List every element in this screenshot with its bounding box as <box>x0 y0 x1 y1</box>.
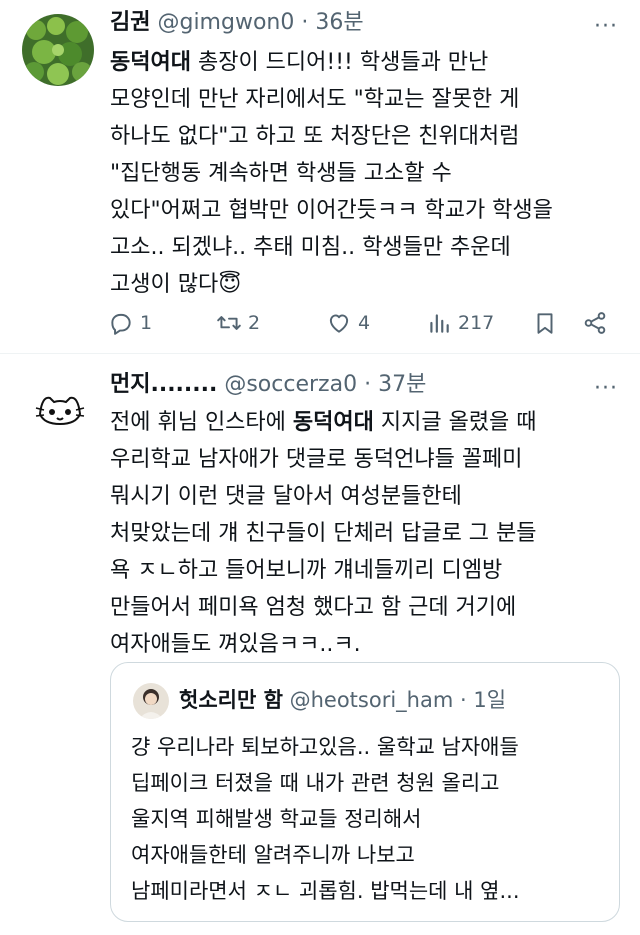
timestamp[interactable]: 37분 <box>378 372 426 397</box>
action-bar: 1 2 4 217 <box>108 306 620 340</box>
like-button[interactable]: 4 <box>326 306 370 340</box>
quoted-avatar[interactable] <box>133 683 169 719</box>
like-count: 4 <box>358 312 371 334</box>
tweet-line: 만들어서 페미욕 엄청 했다고 함 근데 거기에 <box>110 595 517 620</box>
reply-icon <box>111 313 131 335</box>
share-icon <box>584 312 606 334</box>
quoted-header: 헛소리만 함 @heotsori_ham · 1일 <box>179 683 506 717</box>
tweet-1[interactable]: 김권 @gimgwon0 · 36분 ··· 동덕여대 총장이 드디어!!! 학… <box>0 0 640 352</box>
views-button[interactable]: 217 <box>426 306 494 340</box>
quoted-timestamp[interactable]: 1일 <box>473 688 506 712</box>
tweet-line: "집단행동 계속하면 학생들 고소할 수 <box>110 161 452 186</box>
tweet-line: 있다"어쩌고 협박만 이어간듯ㅋㅋ 학교가 학생을 <box>110 198 553 223</box>
quoted-text: 걍 우리나라 퇴보하고있음.. 울학교 남자애들 딥페이크 터졌을 때 내가 관… <box>131 729 520 909</box>
share-button[interactable] <box>582 306 614 340</box>
timestamp[interactable]: 36분 <box>315 10 363 35</box>
retweet-count: 2 <box>248 312 261 334</box>
tweet-header: 김권 @gimgwon0 · 36분 <box>110 8 364 38</box>
bookmark-button[interactable] <box>532 306 564 340</box>
tweet-text: 전에 휘님 인스타에 동덕여대 지지글 올렸을 때 우리학교 남자애가 댓글로 … <box>110 404 537 663</box>
tweet-line: 고생이 많다😇 <box>110 272 242 297</box>
author-handle[interactable]: @gimgwon0 <box>157 10 294 35</box>
more-options-icon[interactable]: ··· <box>594 378 618 400</box>
tweet-line: 욕 ㅈㄴ하고 들어보니까 걔네들끼리 디엠방 <box>110 558 503 583</box>
tweet-line: 우리학교 남자애가 댓글로 동덕언냐들 꼴페미 <box>110 447 523 472</box>
tweet-line: 고소.. 되겠냐.. 추태 미침.. 학생들만 추운데 <box>110 235 511 260</box>
tweet-header: 먼지........ @soccerza0 · 37분 <box>110 370 426 400</box>
retweet-button[interactable]: 2 <box>216 306 260 340</box>
quoted-author-name[interactable]: 헛소리만 함 <box>179 688 283 712</box>
separator-dot: · <box>364 372 372 397</box>
like-icon <box>329 314 349 333</box>
author-name[interactable]: 먼지........ <box>110 372 217 397</box>
bookmark-icon <box>537 313 553 334</box>
tweet-line: 하나도 없다"고 하고 또 처장단은 친위대처럼 <box>110 124 520 149</box>
tweet-line: 동덕여대 총장이 드디어!!! 학생들과 만난 <box>110 50 489 75</box>
author-name[interactable]: 김권 <box>110 10 150 35</box>
more-options-icon[interactable]: ··· <box>594 16 618 38</box>
quoted-line: 딥페이크 터졌을 때 내가 관련 청원 올리고 <box>131 771 500 795</box>
reply-button[interactable]: 1 <box>108 306 152 340</box>
reply-count: 1 <box>140 312 153 334</box>
tweet-2[interactable]: 먼지........ @soccerza0 · 37분 ··· 전에 휘님 인스… <box>0 354 640 935</box>
quoted-tweet[interactable]: 헛소리만 함 @heotsori_ham · 1일 걍 우리나라 퇴보하고있음.… <box>110 662 620 922</box>
retweet-icon <box>217 316 241 330</box>
hashtag-text[interactable]: 동덕여대 <box>110 50 191 75</box>
separator-dot: · <box>460 688 467 712</box>
halo-emoji-icon: 😇 <box>218 272 242 297</box>
separator-dot: · <box>301 10 309 35</box>
quoted-line: 여자애들한테 알려주니까 나보고 <box>131 843 415 867</box>
quoted-author-handle[interactable]: @heotsori_ham <box>290 688 454 712</box>
tweet-line: 모양인데 만난 자리에서도 "학교는 잘못한 게 <box>110 87 520 112</box>
quoted-line: 남페미라면서 ㅈㄴ 괴롭힘. 밥먹는데 내 옆... <box>131 879 520 903</box>
tweet-line: 처맞았는데 걔 친구들이 단체러 답글로 그 분들 <box>110 521 537 546</box>
quoted-line: 울지역 피해발생 학교들 정리해서 <box>131 807 422 831</box>
quoted-line: 걍 우리나라 퇴보하고있음.. 울학교 남자애들 <box>131 735 519 759</box>
view-count: 217 <box>458 312 495 334</box>
hashtag-text[interactable]: 동덕여대 <box>293 410 374 435</box>
avatar-gimgwon[interactable] <box>22 14 94 86</box>
tweet-text: 동덕여대 총장이 드디어!!! 학생들과 만난 모양인데 만난 자리에서도 "학… <box>110 44 553 303</box>
tweet-line: 뭐시기 이런 댓글 달아서 여성분들한테 <box>110 484 462 509</box>
views-icon <box>430 314 449 333</box>
tweet-line: 전에 휘님 인스타에 동덕여대 지지글 올렸을 때 <box>110 410 537 435</box>
avatar-soccerza[interactable] <box>24 374 96 446</box>
author-handle[interactable]: @soccerza0 <box>224 372 357 397</box>
tweet-line: 여자애들도 껴있음ㅋㅋ..ㅋ. <box>110 632 361 657</box>
